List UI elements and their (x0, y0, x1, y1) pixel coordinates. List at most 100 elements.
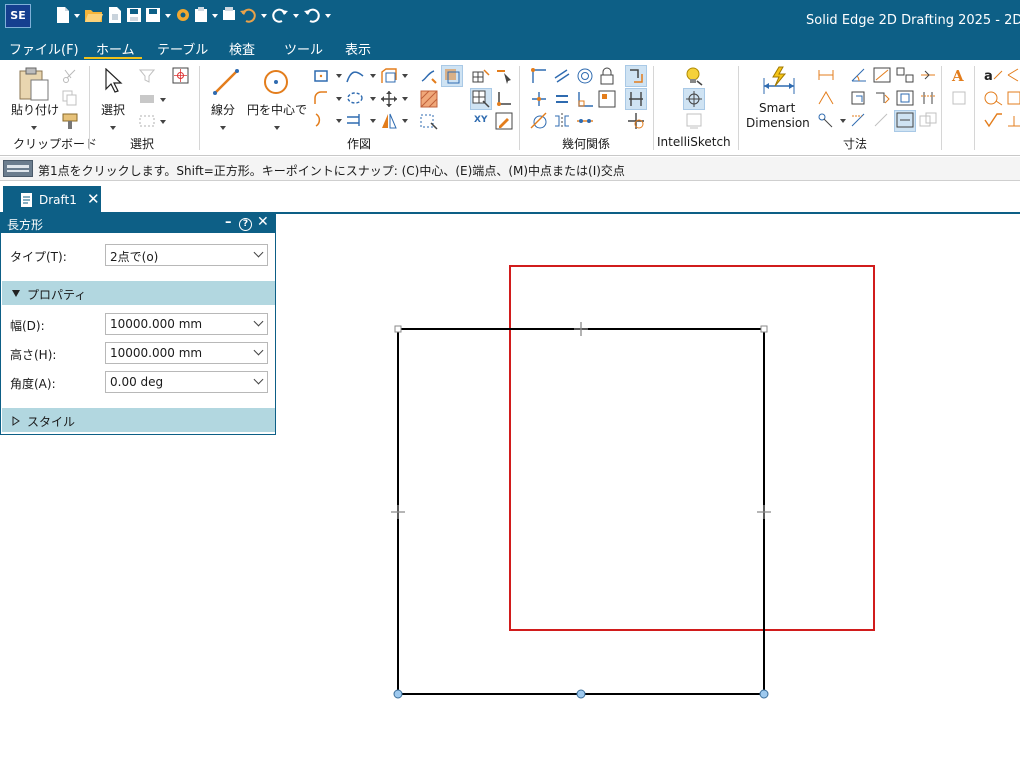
symmetric-relation-icon[interactable] (553, 112, 571, 130)
mirror-icon[interactable] (380, 112, 398, 130)
minimize-icon[interactable]: – (225, 215, 232, 230)
curve-dropdown-icon[interactable] (370, 74, 376, 78)
command-bar-icon[interactable] (3, 160, 33, 177)
callout-icon[interactable] (1006, 90, 1020, 106)
offset-dropdown-icon[interactable] (402, 74, 408, 78)
text-format-icon[interactable]: A (951, 67, 969, 83)
clipboard-icon[interactable] (194, 6, 208, 26)
handle-bottom-right[interactable] (759, 689, 769, 699)
grid-select-icon[interactable] (472, 90, 490, 108)
height-input[interactable]: 10000.000 mm (105, 342, 268, 364)
rectangle-icon[interactable] (313, 68, 329, 84)
ellipse-icon[interactable] (346, 90, 364, 106)
relation-handles-icon[interactable] (627, 90, 645, 108)
disabled-dimension-icon[interactable] (873, 112, 891, 128)
print-icon[interactable] (222, 6, 236, 26)
xy-coordinate-icon[interactable]: XY (474, 115, 487, 125)
arc-icon[interactable] (313, 112, 329, 128)
sketch-icon[interactable] (420, 67, 438, 85)
select-box-dropdown-icon[interactable] (160, 120, 166, 124)
type-select[interactable]: 2点で(o) (105, 244, 268, 266)
smart-dimension-label-2[interactable]: Dimension (746, 116, 810, 130)
select-arrow-icon[interactable] (104, 68, 124, 94)
stack-dimension-icon[interactable] (873, 90, 891, 106)
weld-symbol-icon[interactable] (1006, 112, 1020, 128)
fillet-dropdown-icon[interactable] (336, 97, 342, 101)
intellisketch-target-icon[interactable] (685, 90, 703, 108)
canvas-svg[interactable] (277, 215, 1020, 772)
fillet-icon[interactable] (313, 90, 329, 106)
smart-dimension-label-1[interactable]: Smart (759, 101, 795, 115)
settings-gear-icon[interactable] (175, 6, 191, 26)
leader-icon[interactable] (1006, 67, 1020, 83)
circle-dropdown-icon[interactable] (274, 126, 280, 130)
dimension-style-icon[interactable] (850, 112, 868, 128)
paste-dropdown-icon[interactable] (31, 126, 37, 130)
repeat-icon[interactable] (303, 6, 321, 26)
circle-icon[interactable] (262, 68, 290, 96)
chamfer-dimension-icon[interactable] (850, 90, 868, 106)
rectangle-dropdown-icon[interactable] (336, 74, 342, 78)
select-layer-icon[interactable] (139, 91, 155, 107)
tangent-relation-icon[interactable] (530, 112, 548, 130)
drawing-canvas[interactable] (277, 215, 1020, 772)
offset-icon[interactable] (380, 67, 398, 85)
app-logo[interactable]: SE (5, 4, 31, 28)
open-icon[interactable] (84, 6, 104, 26)
paste-button-label[interactable]: 貼り付け (11, 101, 59, 118)
hatch-icon[interactable] (420, 90, 438, 108)
keypoint-top-left[interactable] (394, 325, 402, 333)
tab-inspect[interactable]: 検査 (229, 39, 255, 58)
tab-view[interactable]: 表示 (345, 39, 371, 58)
width-input[interactable]: 10000.000 mm (105, 313, 268, 335)
line-dropdown-icon[interactable] (220, 126, 226, 130)
equal-relation-icon[interactable] (553, 90, 571, 108)
arc-dropdown-icon[interactable] (336, 119, 342, 123)
close-tab-icon[interactable]: ✕ (87, 190, 100, 208)
clipboard-dropdown-icon[interactable] (212, 14, 218, 18)
symmetric-diameter-icon[interactable] (817, 90, 835, 106)
distance-between-icon[interactable] (817, 67, 835, 83)
save-as-icon[interactable] (145, 6, 161, 26)
curve-icon[interactable] (346, 68, 364, 84)
tab-tools[interactable]: ツール (284, 39, 323, 58)
move-icon[interactable] (380, 90, 398, 108)
help-icon[interactable]: ? (239, 218, 252, 231)
sketch-rectangle[interactable] (397, 328, 765, 695)
surface-texture-icon[interactable] (983, 112, 1003, 128)
angle-between-icon[interactable] (850, 67, 868, 83)
angle-input[interactable]: 0.00 deg (105, 371, 268, 393)
new-icon[interactable] (56, 6, 70, 26)
mirror-dropdown-icon[interactable] (402, 119, 408, 123)
keypoint-top-right[interactable] (760, 325, 768, 333)
tab-file[interactable]: ファイル(F) (9, 39, 79, 58)
line-icon[interactable] (212, 68, 240, 96)
maintain-relations-icon[interactable] (627, 67, 645, 85)
undo-dropdown-icon[interactable] (261, 14, 267, 18)
ellipse-dropdown-icon[interactable] (370, 97, 376, 101)
annotation-layer-icon[interactable] (951, 90, 969, 106)
dimension-group-icon[interactable] (896, 90, 914, 106)
tab-home[interactable]: ホーム (96, 39, 135, 58)
balloon-icon[interactable] (983, 90, 1003, 106)
document-tab[interactable]: Draft1 ✕ (3, 186, 101, 214)
redo-icon[interactable] (271, 6, 289, 26)
format-painter-icon[interactable] (62, 112, 80, 130)
handle-bottom-mid[interactable] (576, 689, 586, 699)
horizontal-vertical-icon[interactable] (530, 90, 548, 108)
collinear-relation-icon[interactable] (576, 112, 594, 130)
quick-pick-icon[interactable] (172, 67, 190, 85)
color-fill-icon[interactable] (443, 67, 461, 85)
dimension-placement-icon[interactable] (919, 112, 937, 128)
copy-icon[interactable] (62, 90, 78, 106)
save-icon[interactable] (126, 6, 142, 26)
annotation-icon[interactable] (817, 112, 835, 128)
undo-icon[interactable] (239, 6, 257, 26)
leader-text-icon[interactable]: a (983, 67, 1003, 83)
move-dropdown-icon[interactable] (402, 97, 408, 101)
coordinate-dimension-icon[interactable] (896, 67, 914, 83)
trim-icon[interactable] (346, 112, 364, 128)
pointer-tool-icon[interactable] (495, 68, 513, 84)
corner-icon[interactable] (495, 90, 513, 108)
qat-customize-icon[interactable] (325, 14, 331, 18)
